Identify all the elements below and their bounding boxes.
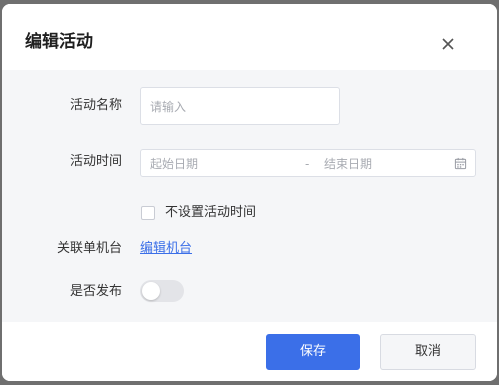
no-time-checkbox-label[interactable]: 不设置活动时间 bbox=[165, 204, 256, 222]
dialog-title: 编辑活动 bbox=[25, 32, 93, 52]
device-label: 关联单机台 bbox=[56, 241, 122, 256]
publish-switch[interactable] bbox=[140, 280, 184, 302]
edit-activity-dialog: 编辑活动 活动名称 请输入 活动时间 起始日期 - 结束日期 不设置活动时间 关… bbox=[2, 4, 497, 381]
start-date-placeholder: 起始日期 bbox=[150, 157, 199, 171]
activity-time-label: 活动时间 bbox=[69, 154, 122, 169]
no-time-checkbox[interactable] bbox=[141, 206, 155, 220]
save-button[interactable]: 保存 bbox=[266, 334, 360, 370]
date-range-separator: - bbox=[305, 157, 310, 171]
edit-device-link[interactable]: 编辑机台 bbox=[140, 240, 192, 258]
calendar-icon bbox=[454, 157, 467, 170]
activity-date-range-picker[interactable]: 起始日期 - 结束日期 bbox=[140, 149, 476, 177]
activity-name-input[interactable]: 请输入 bbox=[140, 87, 340, 125]
activity-name-label: 活动名称 bbox=[69, 98, 122, 113]
cancel-button[interactable]: 取消 bbox=[380, 334, 476, 370]
dialog-footer: 保存 取消 bbox=[2, 322, 497, 381]
dialog-header: 编辑活动 bbox=[2, 4, 497, 70]
close-icon[interactable] bbox=[440, 36, 456, 52]
publish-switch-knob bbox=[142, 282, 160, 300]
end-date-placeholder: 结束日期 bbox=[324, 157, 373, 171]
activity-name-placeholder: 请输入 bbox=[150, 100, 187, 114]
publish-label: 是否发布 bbox=[69, 284, 122, 299]
